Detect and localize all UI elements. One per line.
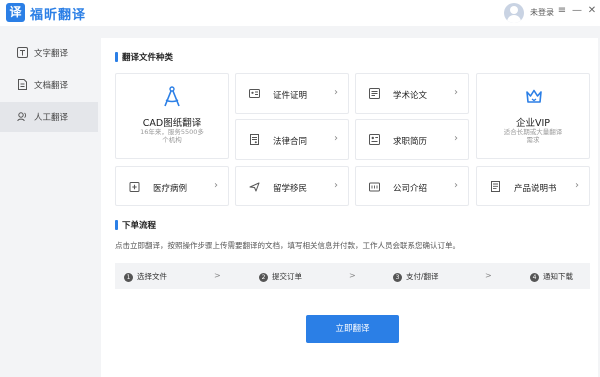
step-notify-download: 4 通知下载 (530, 271, 573, 282)
human-translate-icon (17, 112, 27, 122)
vip-subtitle-line1: 适合长期或大量翻译 (503, 128, 563, 136)
chevron-right-icon: › (334, 87, 338, 98)
step-label: 通知下载 (543, 272, 573, 281)
cad-subtitle-line1: 16年来，服务5500多 (140, 128, 204, 136)
chevron-right-icon: › (575, 180, 579, 191)
cad-translate-card[interactable]: CAD图纸翻译 16年来，服务5500多 个机构 (115, 73, 229, 159)
app-window: 译 福昕翻译 未登录 ≡ — ✕ 文字翻译 文档翻译 人工翻译 翻译文件种类 C… (0, 0, 600, 377)
title-bar: 译 福昕翻译 未登录 ≡ — ✕ (0, 0, 600, 26)
step-submit-order: 2 提交订单 (259, 271, 302, 282)
card-academic-paper[interactable]: 学术论文 › (355, 73, 469, 114)
login-status[interactable]: 未登录 (530, 7, 554, 18)
process-title: 下单流程 (115, 219, 156, 231)
sidebar-item-label: 文档翻译 (34, 81, 69, 91)
vip-title: 企业VIP (515, 118, 551, 129)
card-label: 证件证明 (273, 91, 308, 101)
cad-subtitle-line2: 个机构 (162, 136, 182, 144)
process-description: 点击立即翻译，按照操作步骤上传需要翻译的文档，填写相关信息并付款，工作人员会联系… (115, 241, 460, 250)
company-icon (369, 182, 380, 192)
close-button[interactable]: ✕ (586, 5, 598, 17)
manual-icon (491, 181, 500, 192)
paper-icon (369, 88, 380, 99)
sidebar: 文字翻译 文档翻译 人工翻译 (0, 38, 98, 134)
sidebar-item-text-translate[interactable]: 文字翻译 (0, 38, 98, 68)
step-select-file: 1 选择文件 (124, 271, 167, 282)
card-label: 求职简历 (393, 137, 428, 147)
card-label: 医疗病例 (153, 184, 188, 194)
step-number: 3 (393, 273, 402, 282)
sidebar-item-document-translate[interactable]: 文档翻译 (0, 70, 98, 100)
vip-subtitle-line2: 需求 (526, 136, 540, 144)
medical-icon (129, 182, 140, 192)
sidebar-item-human-translate[interactable]: 人工翻译 (0, 102, 98, 132)
user-avatar[interactable] (504, 3, 524, 23)
menu-icon[interactable]: ≡ (556, 5, 568, 17)
card-id-certificate[interactable]: 证件证明 › (235, 73, 349, 114)
chevron-right-icon: › (334, 133, 338, 144)
card-label: 留学移民 (273, 184, 308, 194)
step-number: 2 (259, 273, 268, 282)
step-number: 1 (124, 273, 133, 282)
resume-icon (369, 134, 380, 145)
step-number: 4 (530, 273, 539, 282)
categories-title: 翻译文件种类 (115, 51, 173, 63)
card-product-manual[interactable]: 产品说明书 › (476, 166, 590, 206)
card-study-abroad[interactable]: 留学移民 › (235, 166, 349, 206)
card-legal-contract[interactable]: 法律合同 › (235, 119, 349, 160)
id-card-icon (249, 89, 260, 98)
process-steps: 1 选择文件 > 2 提交订单 > 3 支付/翻译 > 4 通知下载 (115, 263, 590, 289)
step-label: 提交订单 (272, 272, 302, 281)
cad-title: CAD图纸翻译 (142, 118, 202, 129)
app-logo-icon: 译 (6, 3, 25, 22)
chevron-right-icon: › (454, 180, 458, 191)
minimize-button[interactable]: — (571, 5, 583, 17)
card-label: 学术论文 (393, 91, 428, 101)
step-label: 支付/翻译 (406, 272, 439, 281)
step-separator: > (349, 271, 356, 280)
text-translate-icon (17, 47, 28, 58)
chevron-right-icon: › (214, 180, 218, 191)
step-label: 选择文件 (137, 272, 167, 281)
chevron-right-icon: › (454, 133, 458, 144)
card-company-intro[interactable]: 公司介绍 › (355, 166, 469, 206)
card-label: 法律合同 (273, 137, 308, 147)
sidebar-item-label: 文字翻译 (34, 49, 69, 59)
translate-now-button[interactable]: 立即翻译 (306, 315, 399, 343)
document-translate-icon (18, 79, 27, 90)
plane-icon (249, 182, 260, 192)
app-name: 福昕翻译 (30, 8, 87, 23)
card-label: 公司介绍 (393, 184, 428, 194)
sidebar-item-label: 人工翻译 (34, 113, 69, 123)
chevron-right-icon: › (454, 87, 458, 98)
step-separator: > (485, 271, 492, 280)
step-separator: > (214, 271, 221, 280)
card-medical-record[interactable]: 医疗病例 › (115, 166, 229, 206)
step-pay-translate: 3 支付/翻译 (393, 271, 439, 282)
chevron-right-icon: › (334, 180, 338, 191)
crown-icon (526, 89, 542, 103)
contract-icon (250, 134, 259, 145)
card-resume[interactable]: 求职简历 › (355, 119, 469, 160)
compass-icon (164, 86, 180, 107)
card-label: 产品说明书 (514, 184, 557, 194)
enterprise-vip-card[interactable]: 企业VIP 适合长期或大量翻译 需求 (476, 73, 590, 159)
